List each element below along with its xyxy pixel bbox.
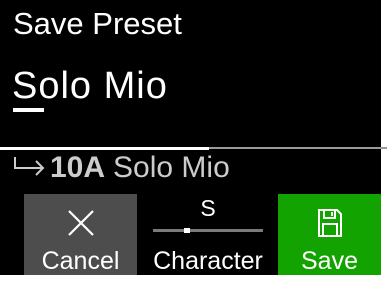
character-label: Character [153,247,263,275]
corner-arrow-icon [14,157,45,176]
character-slider-track[interactable] [153,228,263,233]
preset-name-field[interactable]: Solo Mio [12,64,372,114]
destination-row: 10A Solo Mio [12,150,230,186]
character-selector[interactable]: S Character [138,194,278,275]
text-cursor [13,108,44,112]
character-slider-thumb[interactable] [184,228,190,233]
cancel-label: Cancel [41,247,120,275]
cancel-button[interactable]: Cancel [24,194,137,275]
save-preset-screen: Save Preset Solo Mio 10A Solo Mio Cancel… [0,0,387,290]
floppy-disk-icon [317,209,342,237]
page-title: Save Preset [13,6,182,41]
save-button[interactable]: Save [278,194,381,275]
save-progress-fill [0,147,209,150]
preset-name-value: Solo Mio [12,65,168,107]
close-icon [67,210,94,236]
destination-name: Solo Mio [113,151,230,184]
destination-slot: 10A [50,151,106,184]
display-panel: Save Preset Solo Mio 10A Solo Mio Cancel… [0,0,381,275]
character-value: S [200,195,216,221]
save-label: Save [301,247,358,275]
